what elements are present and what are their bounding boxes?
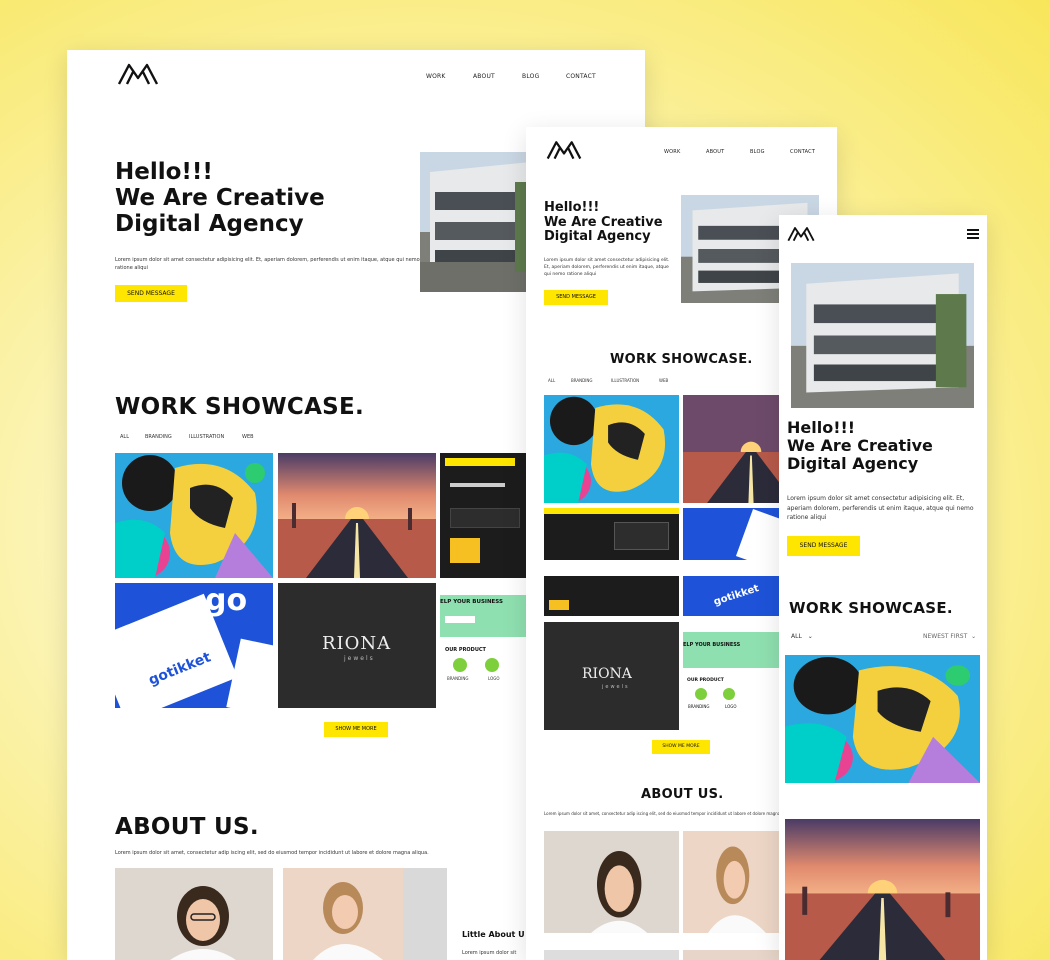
- hero-title: Hello!!! We Are Creative Digital Agency: [115, 159, 325, 237]
- chevron-down-icon: ⌄: [807, 633, 813, 640]
- tablet-about-photo-1: [544, 831, 679, 933]
- tile-green-website[interactable]: ELP YOUR BUSINESS OUR PRODUCT BRANDING L…: [440, 583, 530, 708]
- tile-helmet-illustration[interactable]: [115, 453, 273, 578]
- hero-line-1: Hello!!!: [115, 159, 213, 185]
- tile-gotikket-branding[interactable]: gotikket go: [115, 583, 273, 708]
- tablet-about-photo-3: [544, 950, 679, 960]
- mobile-tile-helmet[interactable]: [785, 655, 980, 783]
- mobile-frame: Hello!!! We Are Creative Digital Agency …: [779, 215, 987, 960]
- tablet-tile-dark-website[interactable]: [544, 508, 679, 560]
- tablet-nav-work[interactable]: WORK: [664, 149, 680, 155]
- mobile-showcase-title: WORK SHOWCASE.: [789, 599, 953, 617]
- tablet-help-business-text: ELP YOUR BUSINESS: [683, 642, 741, 648]
- nav-work[interactable]: WORK: [426, 73, 446, 80]
- our-product-text: OUR PRODUCT: [445, 647, 486, 653]
- mobile-sort-dropdown[interactable]: NEWEST FIRST ⌄: [923, 633, 976, 640]
- filter-branding[interactable]: BRANDING: [145, 434, 172, 440]
- go-mark: go: [205, 583, 248, 618]
- hero-line-2: We Are Creative: [115, 184, 325, 211]
- little-about-text: Lorem ipsum dolor sit: [462, 950, 517, 956]
- filter-all[interactable]: ALL: [120, 434, 129, 440]
- logo-label: LOGO: [488, 676, 500, 681]
- tablet-tile-helmet[interactable]: [544, 395, 679, 503]
- tablet-nav-about[interactable]: ABOUT: [706, 149, 724, 155]
- tablet-nav-contact[interactable]: CONTACT: [790, 149, 815, 155]
- tablet-filter-illustration[interactable]: ILLUSTRATION: [611, 378, 639, 383]
- tablet-about-text: Lorem ipsum dolor sit amet, consectetur …: [544, 811, 795, 816]
- logo-icon[interactable]: [117, 62, 159, 86]
- tablet-hero-line-3: Digital Agency: [544, 229, 651, 245]
- nav-contact[interactable]: CONTACT: [566, 73, 596, 80]
- branding-label: BRANDING: [447, 676, 469, 681]
- tablet-filter-branding[interactable]: BRANDING: [571, 378, 592, 383]
- tablet-hero-title: Hello!!! We Are Creative Digital Agency: [544, 200, 663, 245]
- tablet-filter-all[interactable]: ALL: [548, 378, 555, 383]
- riona-logo: RIONA: [322, 633, 392, 654]
- tile-riona-jewels[interactable]: RIONA jewels: [278, 583, 436, 708]
- little-about-title: Little About U: [462, 930, 525, 939]
- hero-line-3: Digital Agency: [115, 210, 304, 237]
- tablet-showcase-title: WORK SHOWCASE.: [610, 352, 753, 367]
- tablet-tile-dark-website-2[interactable]: [544, 576, 679, 616]
- about-photo-2: [283, 868, 447, 960]
- mobile-hero-line-3: Digital Agency: [787, 453, 919, 473]
- tablet-hero-line-2: We Are Creative: [544, 214, 663, 230]
- tablet-gotikket-wordmark: gotikket: [712, 583, 761, 608]
- tablet-about-title: ABOUT US.: [641, 787, 724, 802]
- mobile-tile-sunset[interactable]: [785, 819, 980, 960]
- tablet-riona-logo: RIONA: [582, 666, 632, 682]
- nav-about[interactable]: ABOUT: [473, 73, 495, 80]
- sort-chevron-down-icon: ⌄: [971, 633, 977, 640]
- mobile-hero-line-2: We Are Creative: [787, 435, 933, 455]
- mobile-filter-dropdown[interactable]: ALL ⌄: [791, 633, 813, 640]
- hero-building-image: [420, 152, 540, 292]
- showcase-title: WORK SHOWCASE.: [115, 394, 365, 420]
- tablet-hero-text: Lorem ipsum dolor sit amet consectetur a…: [544, 258, 670, 278]
- tablet-riona-subtitle: jewels: [602, 684, 630, 690]
- mobile-sort-value: NEWEST FIRST: [923, 633, 968, 640]
- tile-dark-website[interactable]: [440, 453, 530, 578]
- hamburger-menu-icon[interactable]: [967, 229, 979, 239]
- tablet-logo-label: LOGO: [725, 704, 737, 709]
- mobile-filter-value: ALL: [791, 633, 802, 640]
- tablet-logo-icon[interactable]: [546, 139, 582, 161]
- show-more-button[interactable]: SHOW ME MORE: [324, 722, 388, 737]
- mobile-hero-title: Hello!!! We Are Creative Digital Agency: [787, 419, 933, 473]
- tile-sunset-road[interactable]: [278, 453, 436, 578]
- mobile-logo-icon[interactable]: [787, 225, 815, 243]
- tablet-tile-riona[interactable]: RIONA jewels: [544, 622, 679, 730]
- tablet-hero-line-1: Hello!!!: [544, 200, 600, 215]
- tablet-show-more-button[interactable]: SHOW ME MORE: [652, 740, 710, 754]
- tablet-our-product-text: OUR PRODUCT: [687, 678, 724, 683]
- filter-illustration[interactable]: ILLUSTRATION: [189, 434, 224, 440]
- tablet-send-message-button[interactable]: SEND MESSAGE: [544, 290, 608, 305]
- mobile-hero-building-image: [791, 263, 974, 408]
- nav-blog[interactable]: BLOG: [522, 73, 539, 80]
- mobile-hero-line-1: Hello!!!: [787, 418, 856, 437]
- send-message-button[interactable]: SEND MESSAGE: [115, 285, 187, 302]
- tablet-nav-blog[interactable]: BLOG: [750, 149, 765, 155]
- hero-text: Lorem ipsum dolor sit amet consectetur a…: [115, 257, 420, 271]
- tablet-filter-web[interactable]: WEB: [659, 378, 668, 383]
- about-photo-1: [115, 868, 273, 960]
- about-text: Lorem ipsum dolor sit amet, consectetur …: [115, 850, 429, 856]
- mobile-send-message-button[interactable]: SEND MESSAGE: [787, 536, 860, 556]
- riona-subtitle: jewels: [344, 655, 375, 662]
- mobile-hero-text: Lorem ipsum dolor sit amet consectetur a…: [787, 495, 974, 522]
- tablet-branding-label: BRANDING: [688, 704, 710, 709]
- help-business-text: ELP YOUR BUSINESS: [440, 599, 503, 605]
- about-title: ABOUT US.: [115, 814, 259, 840]
- filter-web[interactable]: WEB: [242, 434, 254, 440]
